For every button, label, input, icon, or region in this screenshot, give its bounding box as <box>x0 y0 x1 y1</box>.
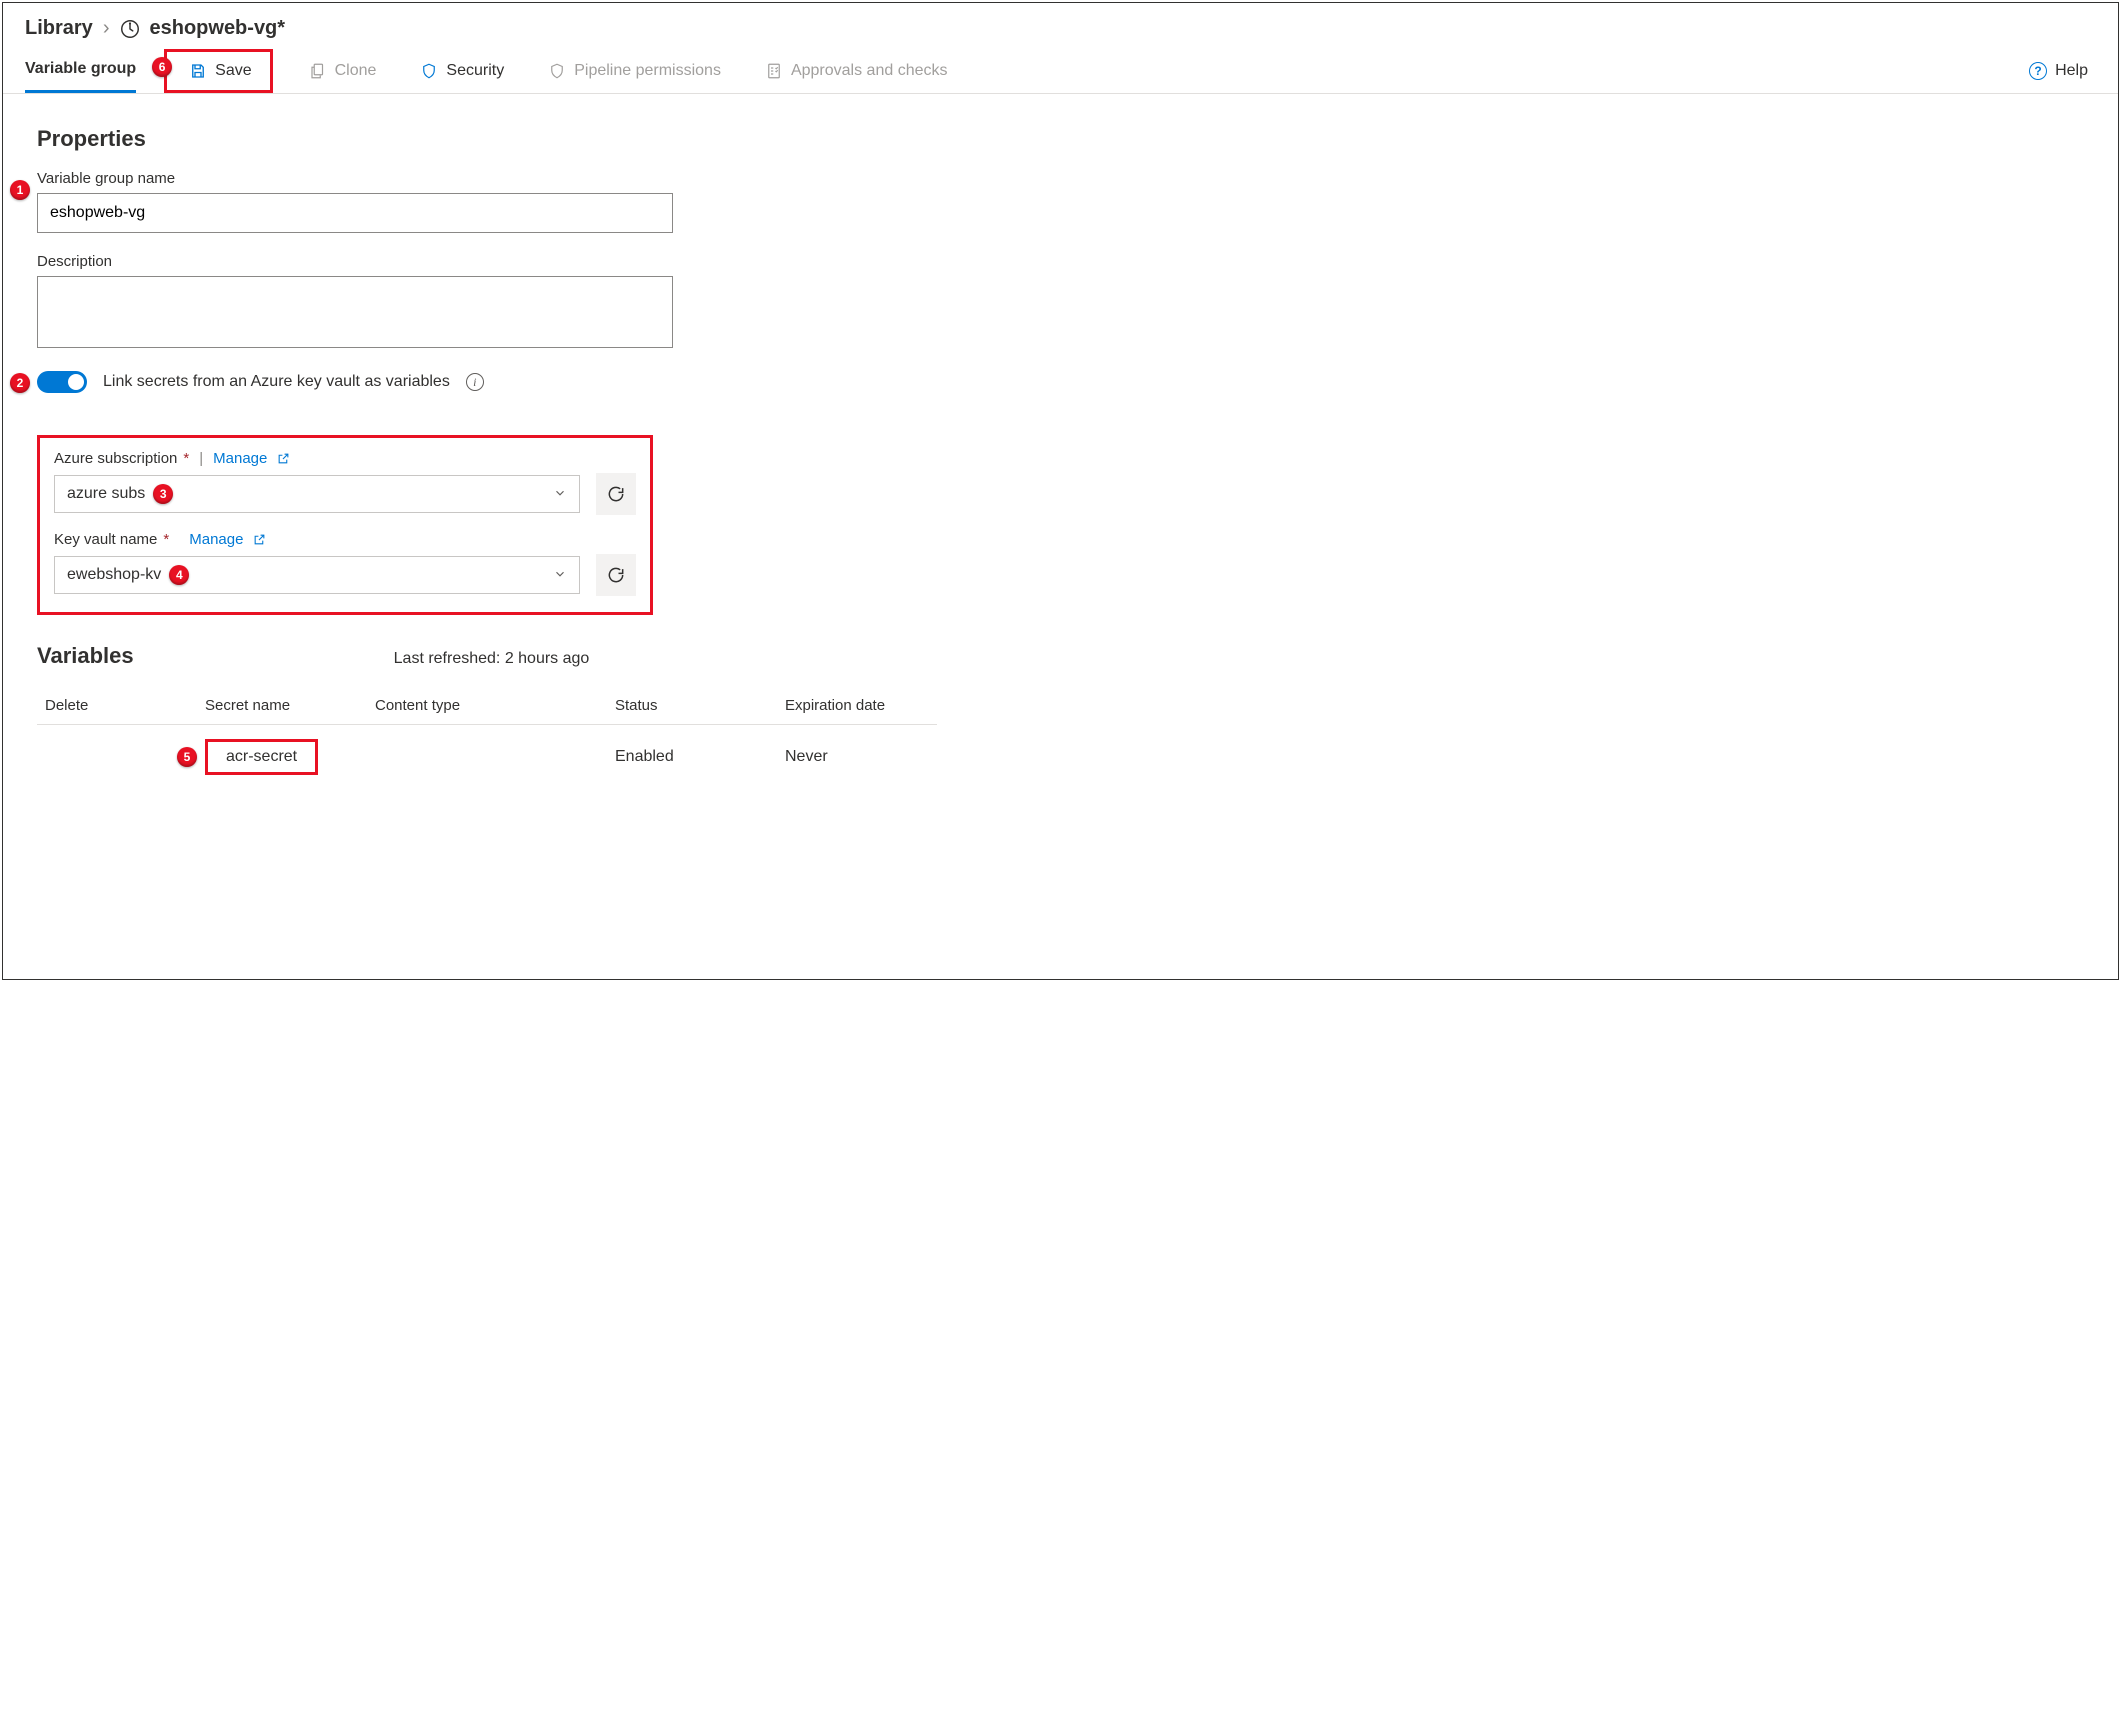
manage-subscription-link[interactable]: Manage <box>213 450 267 467</box>
col-content: Content type <box>367 687 607 725</box>
toolbar: Variable group 6 Save Clone Sec <box>3 48 2118 94</box>
required-mark: * <box>163 531 169 548</box>
status-cell: Enabled <box>607 725 777 790</box>
table-row[interactable]: 5 acr-secret Enabled Never <box>37 725 937 790</box>
chevron-down-icon <box>553 567 567 584</box>
callout-5: 5 <box>177 747 197 767</box>
help-button[interactable]: ? Help <box>2021 56 2096 86</box>
breadcrumb-sep: › <box>103 17 110 40</box>
shield-icon <box>420 62 438 80</box>
refresh-keyvault-button[interactable] <box>596 554 636 596</box>
callout-4: 4 <box>169 565 189 585</box>
manage-keyvault-link[interactable]: Manage <box>189 531 243 548</box>
subscription-label: Azure subscription <box>54 450 177 467</box>
redbox-secret: acr-secret <box>205 739 318 775</box>
name-label: Variable group name <box>37 170 2084 187</box>
keyvault-label: Key vault name <box>54 531 157 548</box>
info-icon[interactable]: i <box>466 373 484 391</box>
save-label: Save <box>215 62 251 80</box>
col-secret: Secret name <box>197 687 367 725</box>
col-expiration: Expiration date <box>777 687 937 725</box>
secret-name: acr-secret <box>226 748 297 765</box>
callout-2: 2 <box>10 373 30 393</box>
redbox-save: Save <box>164 49 272 93</box>
required-mark: * <box>183 450 189 467</box>
external-link-icon <box>253 533 266 546</box>
variables-table: Delete Secret name Content type Status E… <box>37 687 937 789</box>
refresh-subscription-button[interactable] <box>596 473 636 515</box>
col-status: Status <box>607 687 777 725</box>
link-secrets-toggle[interactable] <box>37 371 87 393</box>
redbox-keyvault: Azure subscription * | Manage azure subs… <box>37 435 653 615</box>
subscription-value: azure subs <box>67 485 145 503</box>
properties-heading: Properties <box>37 126 2084 152</box>
chevron-down-icon <box>553 486 567 503</box>
expiration-cell: Never <box>777 725 937 790</box>
approvals-button: Approvals and checks <box>757 56 956 86</box>
save-button[interactable]: Save <box>181 56 259 86</box>
security-button[interactable]: Security <box>412 56 512 86</box>
col-delete: Delete <box>37 687 197 725</box>
breadcrumb-root[interactable]: Library <box>25 17 93 40</box>
approvals-label: Approvals and checks <box>791 62 948 80</box>
toggle-label: Link secrets from an Azure key vault as … <box>103 373 450 391</box>
breadcrumb-current: eshopweb-vg* <box>149 17 285 40</box>
help-label: Help <box>2055 62 2088 80</box>
subscription-select[interactable]: azure subs 3 <box>54 475 580 513</box>
callout-6: 6 <box>152 57 172 77</box>
save-icon <box>189 62 207 80</box>
variable-group-name-input[interactable] <box>37 193 673 233</box>
clone-icon <box>309 62 327 80</box>
keyvault-value: ewebshop-kv <box>67 566 161 584</box>
clone-label: Clone <box>335 62 377 80</box>
breadcrumb: Library › eshopweb-vg* <box>3 3 2118 48</box>
callout-3: 3 <box>153 484 173 504</box>
tab-variable-group[interactable]: Variable group <box>25 48 136 93</box>
variable-group-icon <box>119 18 141 40</box>
callout-1: 1 <box>10 180 30 200</box>
pipeline-label: Pipeline permissions <box>574 62 721 80</box>
clone-button: Clone <box>301 56 385 86</box>
security-label: Security <box>446 62 504 80</box>
pipeline-permissions-button: Pipeline permissions <box>540 56 729 86</box>
variables-heading: Variables <box>37 643 134 669</box>
shield-outline-icon <box>548 62 566 80</box>
help-icon: ? <box>2029 62 2047 80</box>
last-refreshed: Last refreshed: 2 hours ago <box>394 650 590 668</box>
external-link-icon <box>277 452 290 465</box>
content-type-cell <box>367 725 607 790</box>
checklist-icon <box>765 62 783 80</box>
description-label: Description <box>37 253 2084 270</box>
description-input[interactable] <box>37 276 673 348</box>
keyvault-select[interactable]: ewebshop-kv 4 <box>54 556 580 594</box>
